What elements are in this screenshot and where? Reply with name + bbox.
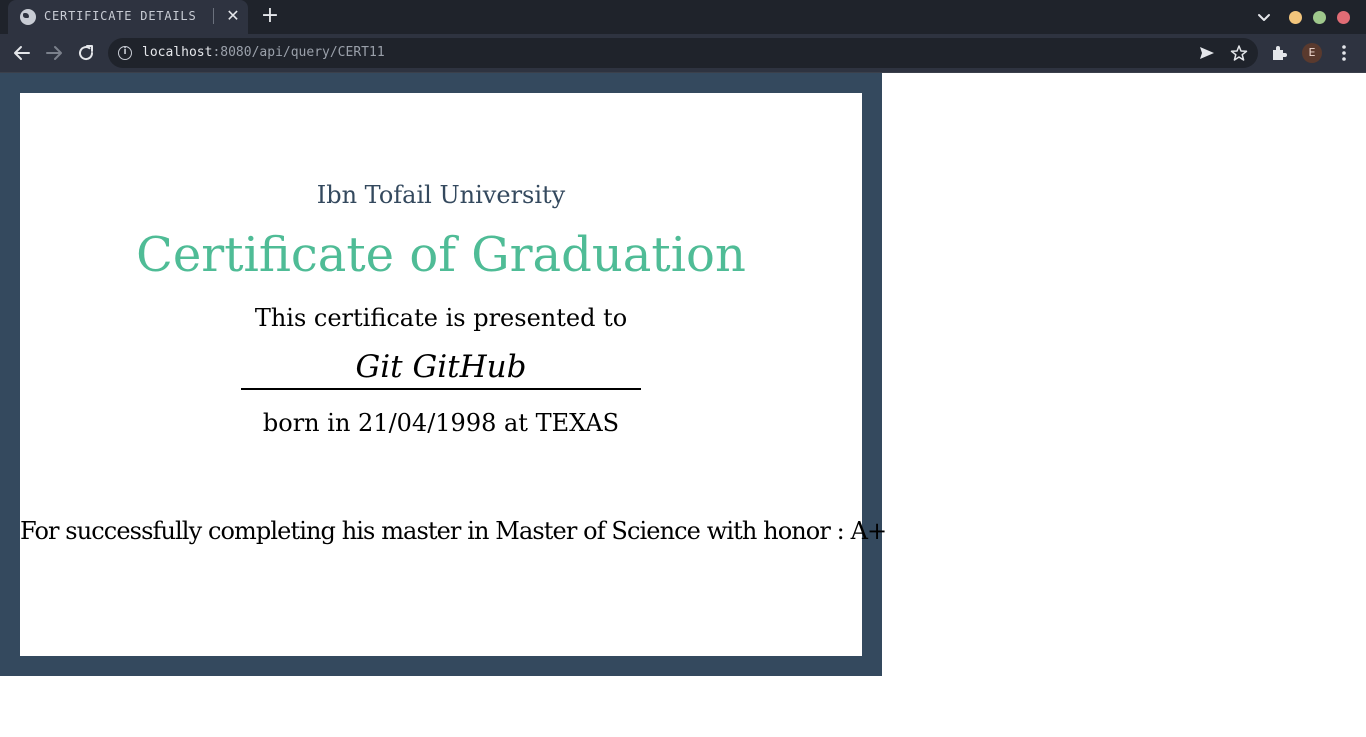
site-info-icon[interactable]: i: [118, 46, 132, 60]
url-host: localhost: [142, 45, 213, 60]
bookmark-star-icon[interactable]: [1230, 44, 1248, 62]
browser-toolbar: i localhost:8080/api/query/CERT11 E: [0, 34, 1366, 73]
globe-icon: [20, 9, 36, 25]
forward-arrow-icon[interactable]: [42, 41, 66, 65]
minimize-window-button[interactable]: [1289, 11, 1302, 24]
close-window-button[interactable]: [1337, 11, 1350, 24]
certificate-card: Ibn Tofail University Certificate of Gra…: [20, 93, 887, 656]
recipient-name: Git GitHub: [241, 347, 641, 390]
completion-statement: For successfully completing his master i…: [20, 517, 887, 545]
back-arrow-icon[interactable]: [10, 41, 34, 65]
address-bar[interactable]: i localhost:8080/api/query/CERT11: [108, 38, 1258, 68]
tab-divider: [213, 8, 214, 24]
tab-title: CERTIFICATE DETAILS: [44, 9, 197, 23]
certificate-frame: Ibn Tofail University Certificate of Gra…: [0, 73, 887, 676]
new-tab-icon[interactable]: +: [258, 5, 282, 29]
close-tab-icon[interactable]: ✕: [223, 6, 243, 26]
profile-avatar[interactable]: E: [1302, 43, 1322, 63]
more-menu-icon[interactable]: [1334, 43, 1354, 63]
send-icon[interactable]: [1198, 45, 1216, 61]
url-text[interactable]: localhost:8080/api/query/CERT11: [142, 45, 385, 60]
certificate-title: Certificate of Graduation: [136, 227, 746, 283]
maximize-window-button[interactable]: [1313, 11, 1326, 24]
extensions-puzzle-icon[interactable]: [1270, 44, 1288, 62]
tab-strip: CERTIFICATE DETAILS ✕ +: [0, 0, 1366, 34]
birth-details: born in 21/04/1998 at TEXAS: [262, 409, 620, 437]
presented-to-text: This certificate is presented to: [254, 304, 628, 332]
reload-icon[interactable]: [74, 41, 98, 65]
chevron-down-icon[interactable]: [1254, 7, 1274, 27]
url-path: :8080/api/query/CERT11: [212, 45, 385, 60]
university-name: Ibn Tofail University: [316, 181, 566, 209]
browser-tab[interactable]: CERTIFICATE DETAILS ✕: [8, 0, 248, 34]
